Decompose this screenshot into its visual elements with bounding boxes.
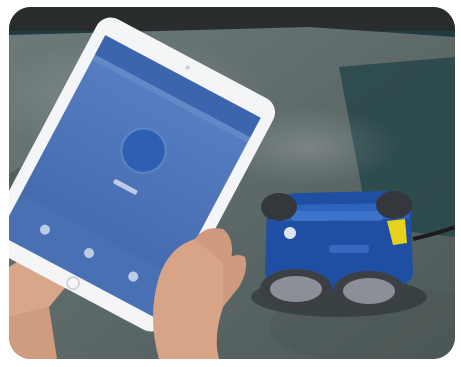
pool-edge [9, 7, 455, 31]
pool-scene [9, 7, 455, 359]
photo [9, 7, 455, 359]
